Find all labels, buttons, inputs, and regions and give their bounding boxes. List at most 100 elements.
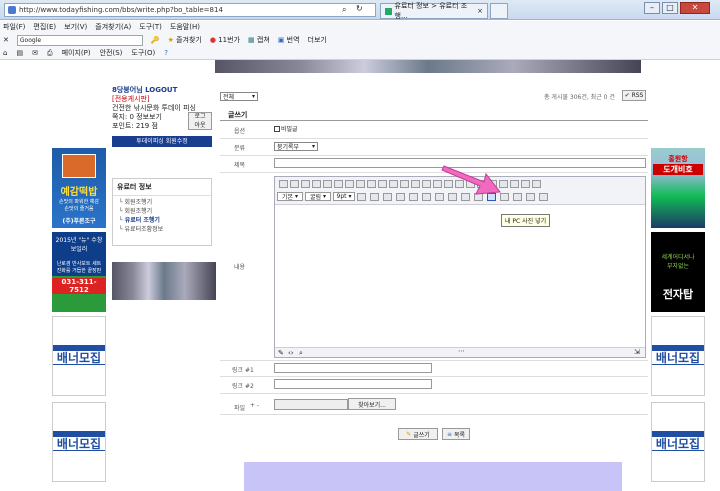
- menu-help[interactable]: 도움말(H): [170, 22, 200, 32]
- divider: [220, 360, 648, 361]
- edit-mode-icon[interactable]: ✎: [278, 349, 284, 357]
- quote-icon[interactable]: [383, 192, 392, 201]
- right-banner-2[interactable]: 세계어디서나 부자없는 전자탑: [651, 232, 705, 312]
- right-recruit-banner-1[interactable]: 배너모집: [651, 316, 705, 396]
- font-family-select[interactable]: 굴림 ▾: [305, 192, 331, 201]
- left-banner-2[interactable]: 2015년 "뉴" 수창보일러 난로겸 반사보트 세트 진화를 거듭한 끝장판 …: [52, 232, 106, 312]
- home-icon[interactable]: ⌂: [3, 49, 7, 57]
- list-button[interactable]: ≡ 목록: [442, 428, 470, 440]
- left-banner-1[interactable]: 예감떡밥 손맛의 파워한 예감 손맛의 즐거움 (주)푸른조구: [52, 148, 106, 228]
- close-icon[interactable]: ✕: [680, 2, 710, 14]
- subscript-icon[interactable]: [422, 180, 431, 188]
- check-icon: ✔: [624, 92, 630, 99]
- emoticon-icon[interactable]: [422, 192, 431, 201]
- search-icon[interactable]: ⌕: [342, 5, 346, 15]
- paste-text-icon[interactable]: [356, 180, 365, 188]
- undo-icon[interactable]: [301, 180, 310, 188]
- html-mode-icon[interactable]: ‹›: [288, 349, 294, 357]
- preview-icon[interactable]: [290, 180, 299, 188]
- close-tab-icon[interactable]: ×: [477, 7, 483, 15]
- indent-icon[interactable]: [532, 180, 541, 188]
- mail-icon[interactable]: ✉: [32, 49, 38, 57]
- fullscreen-icon[interactable]: [539, 192, 548, 201]
- sidebar-item-4[interactable]: └ 유료터조황정보: [119, 225, 205, 234]
- left-recruit-banner-2[interactable]: 배너모집: [52, 402, 106, 482]
- print-icon[interactable]: ⎙: [47, 49, 53, 58]
- browse-button[interactable]: 찾아보기...: [348, 398, 396, 410]
- new-tab-button[interactable]: [490, 3, 508, 19]
- google-search-input[interactable]: Google: [16, 34, 143, 46]
- help-icon[interactable]: ?: [164, 49, 168, 57]
- right-recruit-banner-2[interactable]: 배너모집: [651, 402, 705, 482]
- address-bar[interactable]: http://www.todayfishing.com/bbs/write.ph…: [4, 3, 376, 17]
- redo-icon[interactable]: [312, 180, 321, 188]
- cmd-page[interactable]: 페이지(P): [62, 48, 91, 58]
- italic-icon[interactable]: [378, 180, 387, 188]
- outdent-icon[interactable]: [521, 180, 530, 188]
- link1-label: 링크 #1: [232, 367, 254, 374]
- submit-label: 글쓰기: [413, 431, 430, 439]
- sidebar-item-3[interactable]: └ 유료터 조행기: [119, 216, 205, 225]
- secret-checkbox[interactable]: 비밀글: [274, 124, 298, 133]
- fav-favorites[interactable]: ★ 즐겨찾기: [168, 35, 202, 45]
- maximize-icon[interactable]: □: [662, 2, 678, 14]
- rss-button[interactable]: ✔ RSS: [622, 90, 646, 101]
- cut-icon[interactable]: [323, 180, 332, 188]
- link-icon[interactable]: [357, 192, 366, 201]
- link1-input[interactable]: [274, 363, 432, 373]
- left-banner-2-phone: 031-311-7512: [52, 278, 106, 294]
- expand-icon[interactable]: ⇲: [634, 348, 640, 356]
- file-path-input[interactable]: [274, 399, 348, 410]
- table-icon[interactable]: [409, 192, 418, 201]
- menu-tools[interactable]: 도구(T): [139, 22, 162, 32]
- fav-11st[interactable]: ● 11번가: [210, 35, 240, 45]
- bold-icon[interactable]: [367, 180, 376, 188]
- print-icon[interactable]: [279, 180, 288, 188]
- copy-icon[interactable]: [334, 180, 343, 188]
- superscript-icon[interactable]: [411, 180, 420, 188]
- private-board-link[interactable]: [전용게시판]: [112, 95, 212, 104]
- user-logout-link[interactable]: 8당붕어님 LOGOUT: [112, 86, 212, 95]
- cmd-safety[interactable]: 안전(S): [100, 48, 123, 58]
- resize-handle-icon[interactable]: ⋯: [458, 347, 465, 355]
- sidebar-item-1[interactable]: └ 회원조행기: [119, 198, 205, 207]
- file-add-remove[interactable]: + -: [250, 402, 259, 409]
- edit-member-button[interactable]: 투데이피싱 회원수정: [112, 136, 212, 147]
- video-icon[interactable]: [513, 192, 522, 201]
- capture-icon: ▦: [248, 36, 255, 44]
- underline-icon[interactable]: [389, 180, 398, 188]
- unlink-icon[interactable]: [370, 192, 379, 201]
- menu-favorites[interactable]: 즐겨찾기(A): [95, 22, 131, 32]
- category-filter-select[interactable]: 전체 ▾: [220, 92, 258, 101]
- toolbar-icon[interactable]: ✕: [3, 36, 9, 44]
- menu-edit[interactable]: 편집(E): [33, 22, 56, 32]
- sidebar-item-2[interactable]: └ 회원조행기: [119, 207, 205, 216]
- menu-bar: 파일(F) 편집(E) 보기(V) 즐겨찾기(A) 도구(T) 도움말(H): [0, 21, 720, 33]
- strike-icon[interactable]: [400, 180, 409, 188]
- recruit-label: 배너모집: [652, 345, 704, 365]
- left-recruit-banner-1[interactable]: 배너모집: [52, 316, 106, 396]
- link2-input[interactable]: [274, 379, 432, 389]
- cmd-tools[interactable]: 도구(O): [131, 48, 155, 58]
- minimize-icon[interactable]: –: [644, 2, 660, 14]
- right-banner-1[interactable]: 홍원항 도개비호: [651, 148, 705, 228]
- menu-view[interactable]: 보기(V): [64, 22, 87, 32]
- feed-icon[interactable]: ▤: [16, 49, 23, 57]
- unordered-list-icon[interactable]: [510, 180, 519, 188]
- fav-capture[interactable]: ▦ 캡쳐: [248, 35, 270, 45]
- submit-button[interactable]: ✎ 글쓰기: [398, 428, 438, 440]
- play-icon[interactable]: [526, 192, 535, 201]
- category-select[interactable]: 붕기록부 ▾: [274, 142, 318, 151]
- paste-icon[interactable]: [345, 180, 354, 188]
- tab-active[interactable]: 유료터 정보 > 유료터 조행... ×: [380, 2, 488, 20]
- refresh-icon[interactable]: ↻: [356, 4, 363, 13]
- menu-file[interactable]: 파일(F): [3, 22, 25, 32]
- preview-mode-icon[interactable]: ⌕: [299, 349, 303, 358]
- fav-translate[interactable]: ▣ 번역: [278, 35, 300, 45]
- special-char-icon[interactable]: [396, 192, 405, 201]
- fav-more[interactable]: 더보기: [308, 35, 327, 45]
- font-size-select[interactable]: 9pt ▾: [333, 192, 355, 201]
- key-icon[interactable]: 🔑: [151, 36, 160, 44]
- logout-button[interactable]: 로그 아웃: [188, 112, 212, 130]
- font-select[interactable]: 기본 ▾: [277, 192, 303, 201]
